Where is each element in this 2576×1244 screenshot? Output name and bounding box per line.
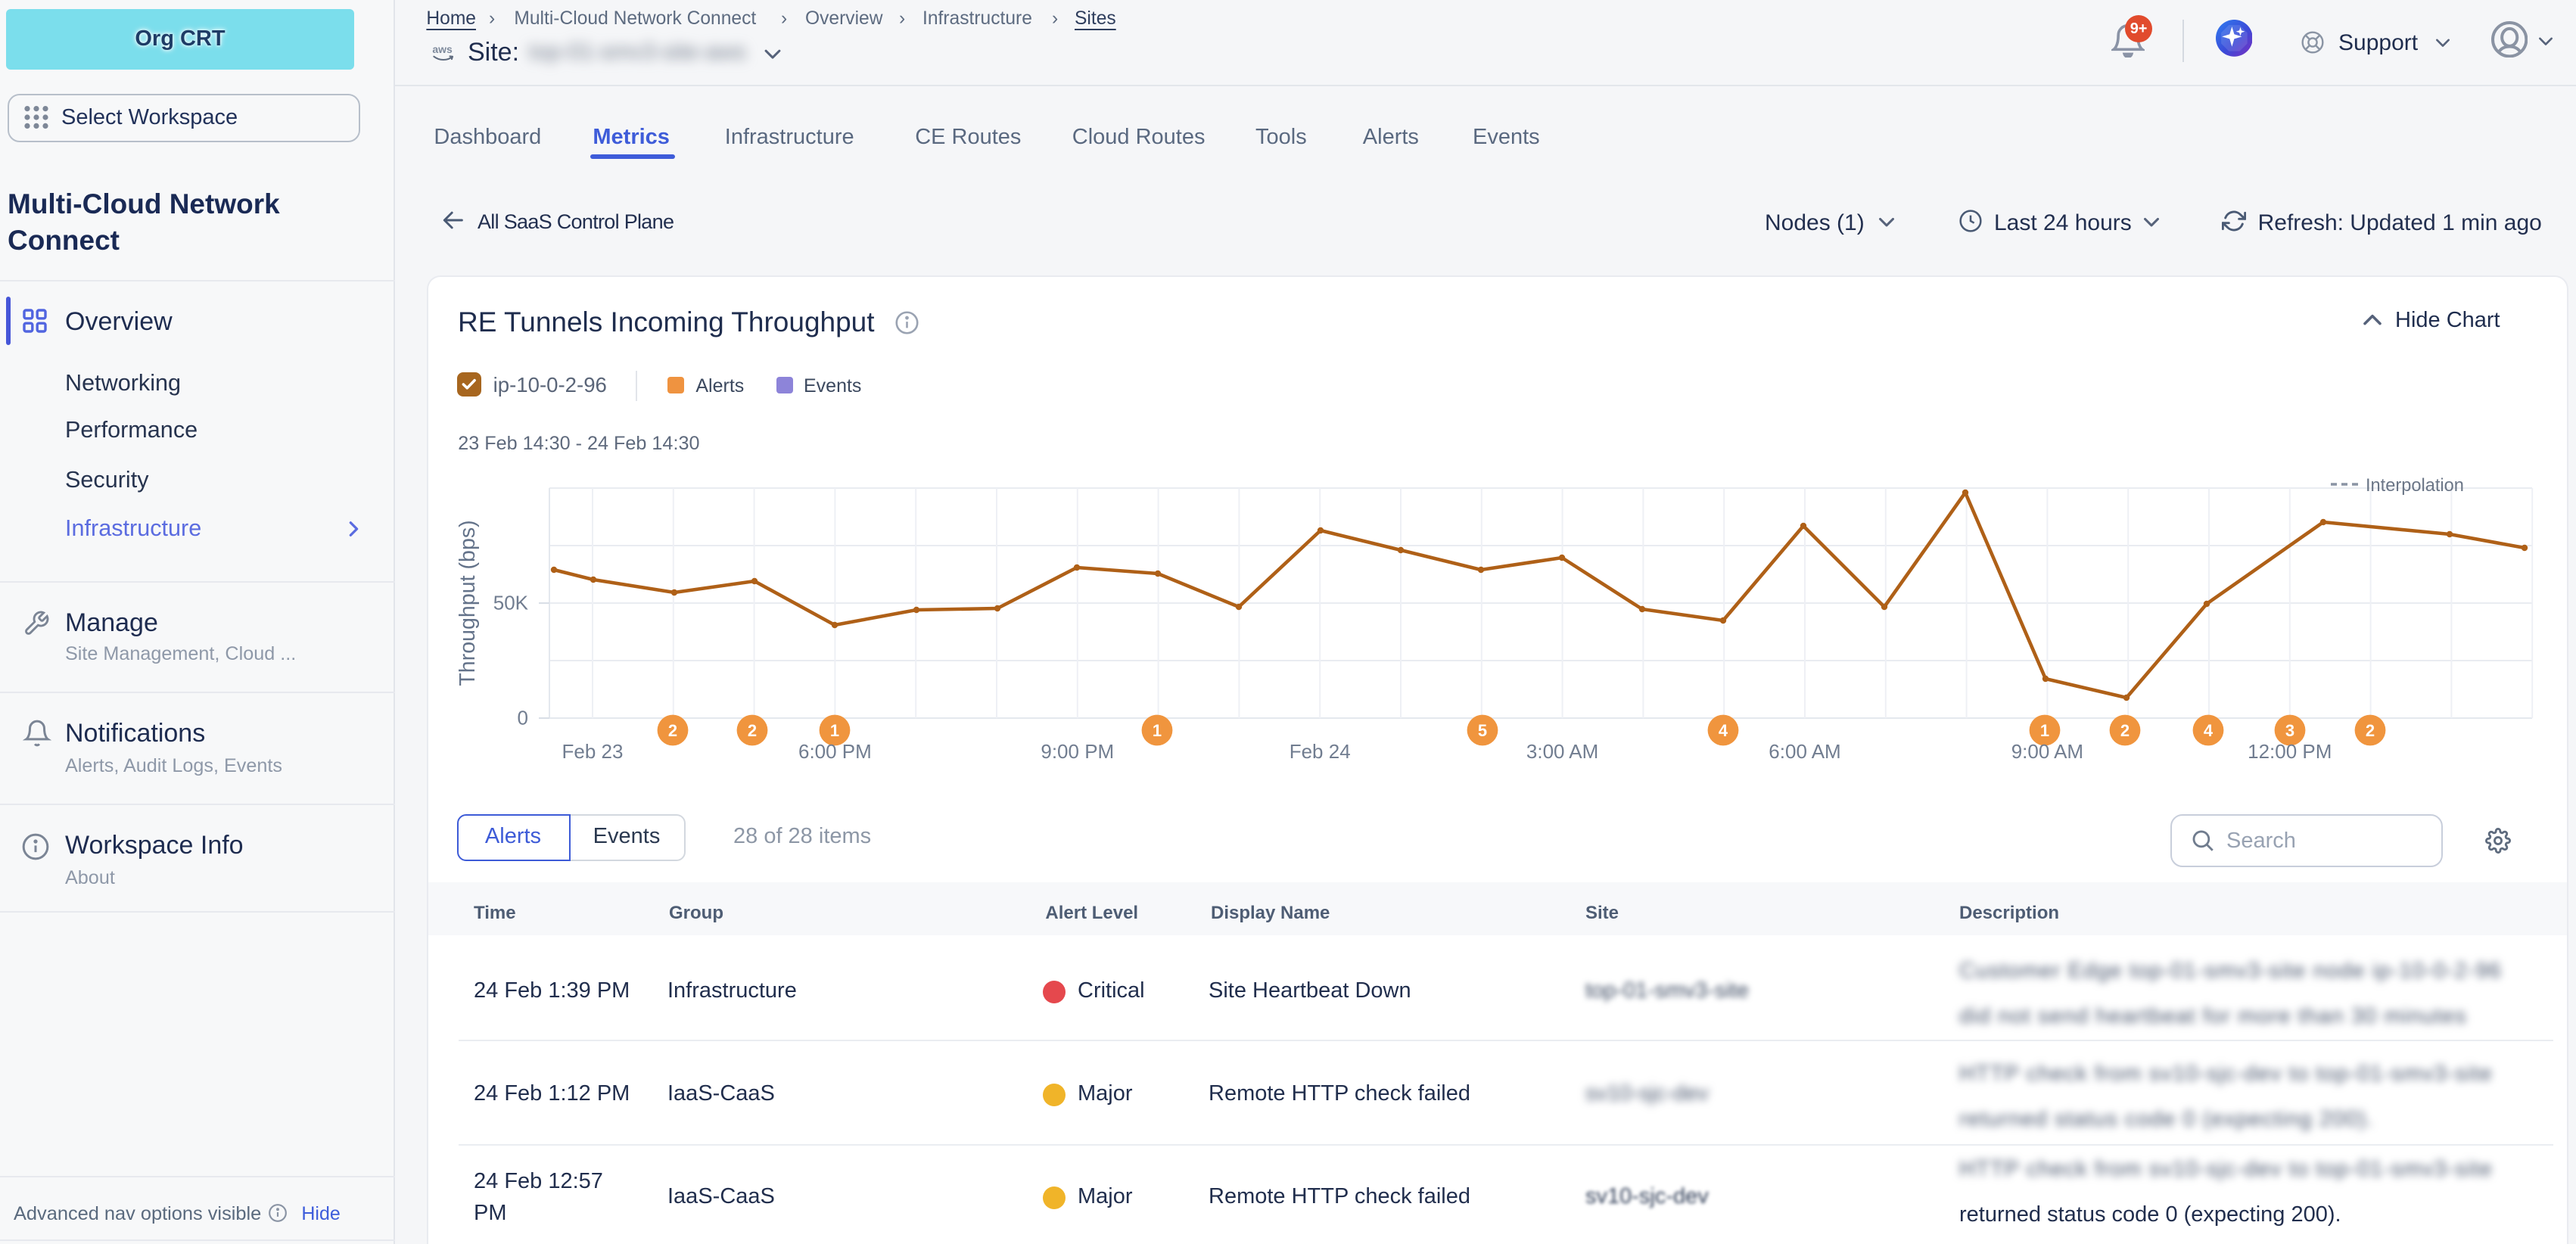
svg-text:50K: 50K: [493, 592, 529, 614]
svg-text:3:00 AM: 3:00 AM: [1526, 740, 1598, 763]
svg-text:5: 5: [1478, 721, 1487, 740]
svg-text:9:00 PM: 9:00 PM: [1041, 740, 1114, 763]
svg-text:0: 0: [518, 707, 528, 729]
svg-text:Interpolation: Interpolation: [2366, 476, 2464, 496]
svg-text:Feb 23: Feb 23: [562, 740, 624, 763]
svg-text:6:00 AM: 6:00 AM: [1769, 740, 1840, 763]
svg-text:2: 2: [668, 721, 677, 740]
svg-text:Throughput (bps): Throughput (bps): [456, 520, 480, 686]
svg-text:4: 4: [1719, 721, 1728, 740]
svg-text:12:00 PM: 12:00 PM: [2248, 740, 2332, 763]
svg-text:3: 3: [2285, 721, 2294, 740]
svg-text:6:00 PM: 6:00 PM: [798, 740, 872, 763]
svg-text:aws: aws: [431, 43, 452, 55]
svg-text:Feb 24: Feb 24: [1290, 740, 1351, 763]
svg-text:2: 2: [748, 721, 757, 740]
svg-text:1: 1: [2040, 721, 2049, 740]
svg-text:2: 2: [2366, 721, 2375, 740]
svg-text:4: 4: [2204, 721, 2214, 740]
svg-text:9:00 AM: 9:00 AM: [2011, 740, 2083, 763]
svg-text:2: 2: [2120, 721, 2130, 740]
svg-text:1: 1: [830, 721, 839, 740]
svg-text:1: 1: [1153, 721, 1162, 740]
